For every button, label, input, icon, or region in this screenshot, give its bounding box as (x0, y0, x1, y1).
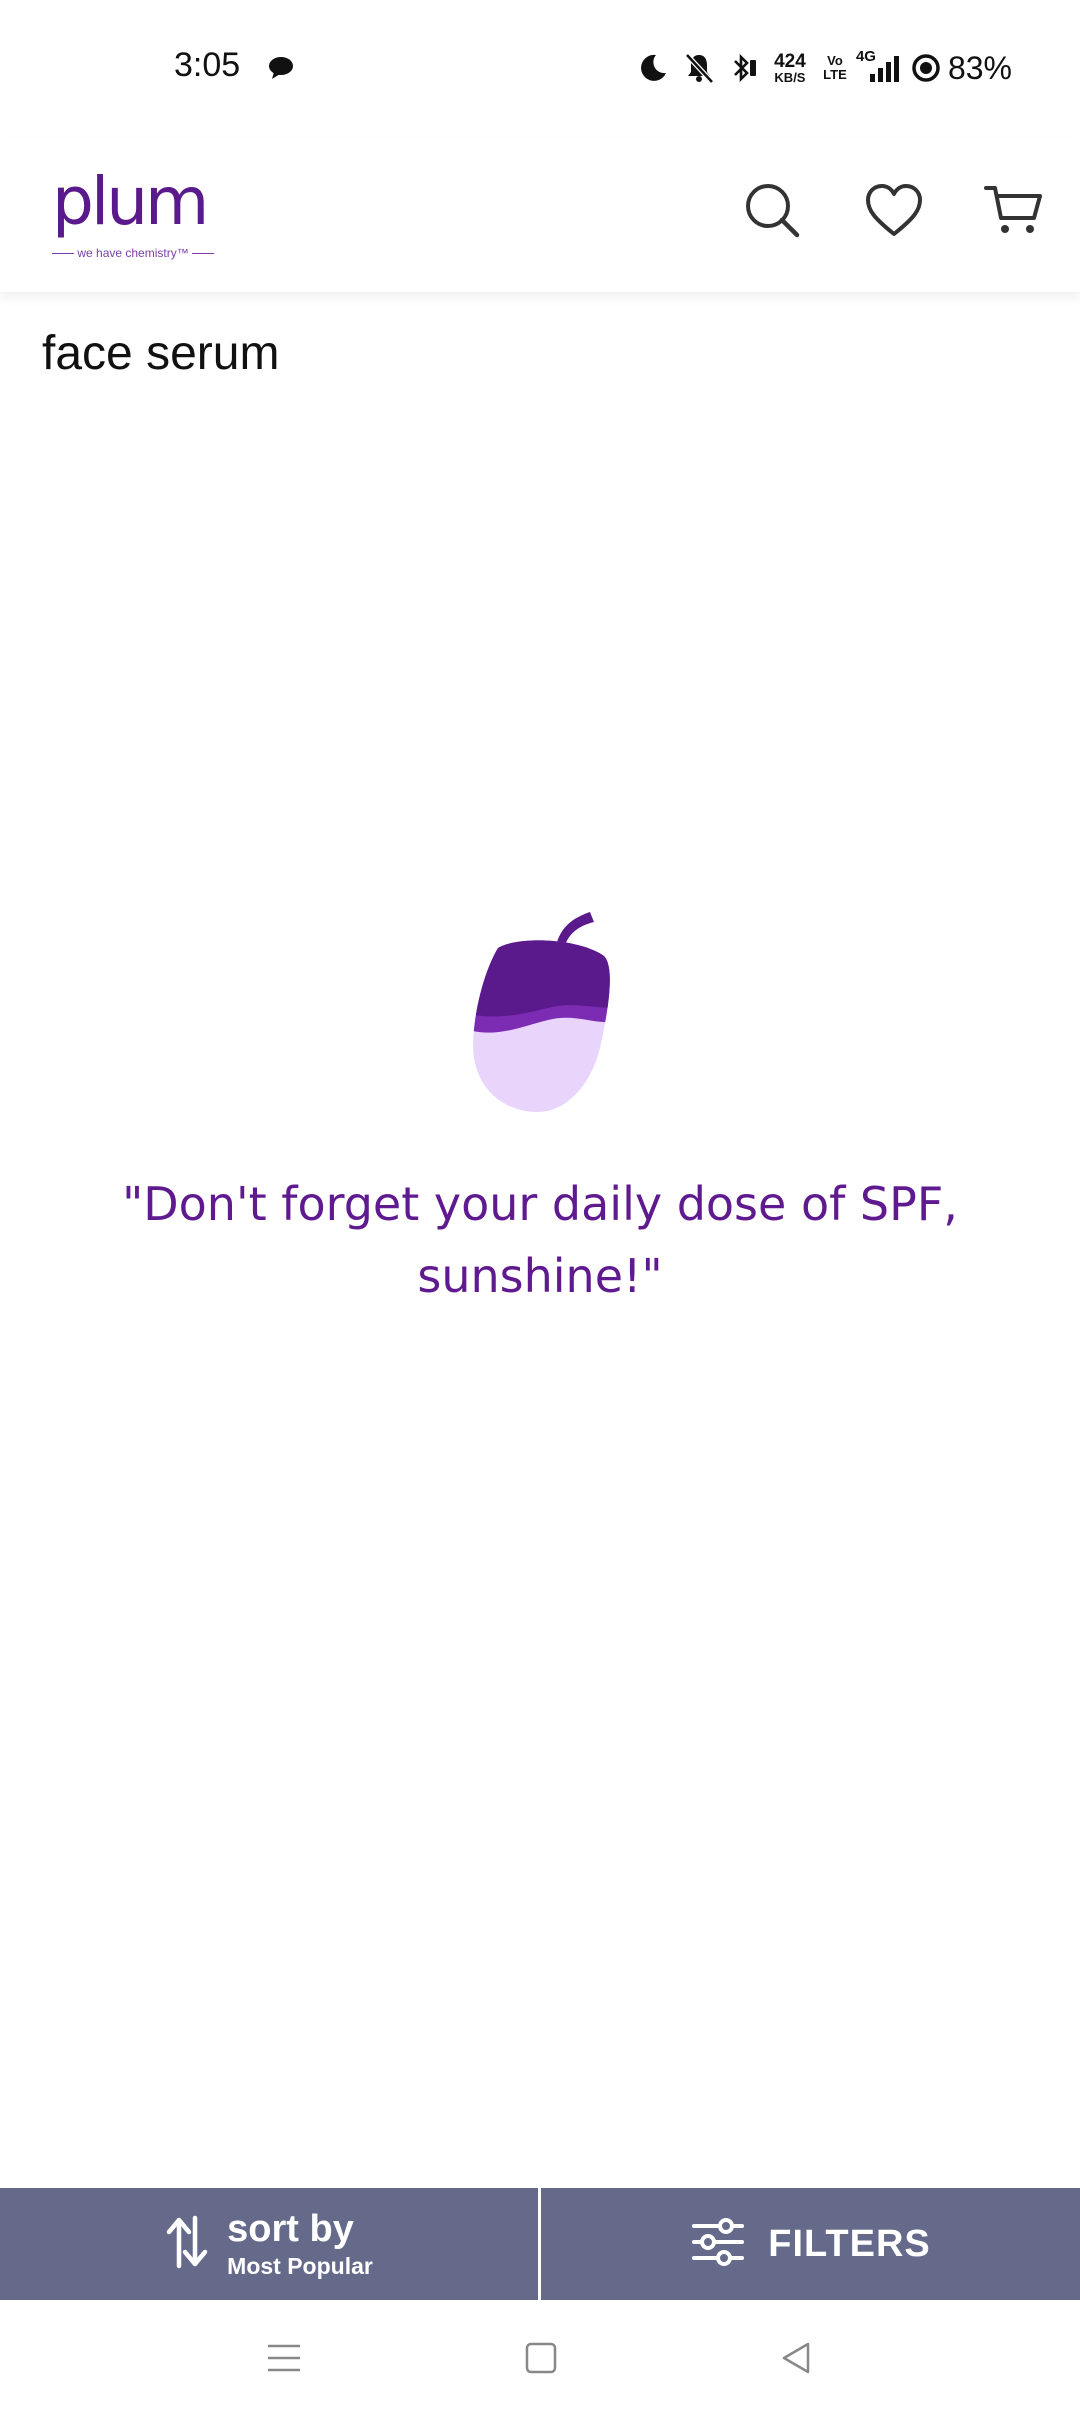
empty-state-message: "Don't forget your daily dose of SPF, su… (122, 1177, 958, 1303)
volte-top: Vo (827, 53, 843, 69)
network-type: 4G (855, 48, 876, 65)
status-bar: 3:05 424 KB/S Vo LTE 4G 83% (0, 0, 1080, 138)
sort-arrows-icon (165, 2214, 209, 2275)
plum-logo[interactable]: plum we have chemistry™ (52, 158, 215, 268)
logo-tagline-text: we have chemistry™ (77, 246, 189, 260)
signal-icon: 4G (850, 44, 908, 92)
battery-percent: 83% (947, 49, 1012, 86)
home-icon[interactable] (511, 2328, 571, 2388)
logo-wordmark: plum (52, 163, 206, 240)
sort-texts: sort by Most Popular (227, 2207, 373, 2281)
search-icon[interactable] (736, 174, 808, 246)
moon-icon (630, 44, 676, 92)
network-speed: 424 KB/S (766, 44, 814, 92)
search-term-title: face serum (42, 327, 280, 380)
volte-bottom: LTE (823, 67, 847, 82)
plum-logo-mark: plum (52, 163, 209, 240)
sort-label: sort by (227, 2208, 354, 2250)
filter-sliders-icon (690, 2216, 746, 2273)
cart-icon[interactable] (978, 174, 1050, 246)
back-icon[interactable] (766, 2328, 826, 2388)
system-nav-bar (0, 2300, 1080, 2412)
bell-off-icon (676, 44, 722, 92)
network-speed-unit: KB/S (774, 70, 806, 85)
sort-button[interactable]: sort by Most Popular (0, 2188, 538, 2300)
volte-indicator: Vo LTE (820, 44, 850, 92)
heart-icon[interactable] (858, 174, 930, 246)
app-header: plum we have chemistry™ (0, 138, 1080, 292)
sort-filter-bar: sort by Most Popular FILTERS (0, 2188, 1080, 2300)
battery-ring-icon (908, 44, 944, 92)
chat-bubble-icon (266, 56, 296, 80)
filters-label: FILTERS (768, 2222, 931, 2265)
bluetooth-icon (722, 44, 766, 92)
status-time: 3:05 (174, 46, 241, 84)
filters-button[interactable]: FILTERS (541, 2188, 1080, 2300)
empty-plum-illustration (468, 908, 628, 1118)
logo-tagline: we have chemistry™ (52, 246, 215, 260)
menu-icon[interactable] (254, 2328, 314, 2388)
network-speed-value: 424 (774, 51, 806, 72)
status-icons: 424 KB/S Vo LTE 4G 83% (630, 44, 1080, 92)
sort-value: Most Popular (227, 2253, 373, 2279)
